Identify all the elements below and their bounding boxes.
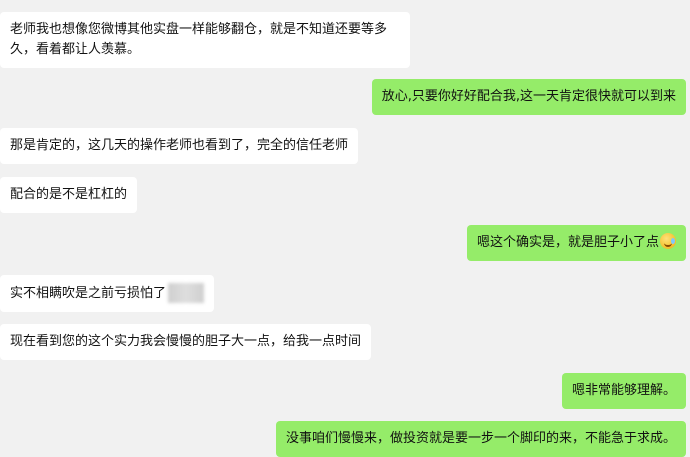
message-text: 老师我也想像您微博其他实盘一样能够翻仓，就是不知道还要等多久，看着都让人羡慕。 (10, 22, 388, 57)
message-text: 嗯这个确实是，就是胆子小了点 (476, 235, 659, 250)
message-text: 配合的是不是杠杠的 (10, 187, 128, 202)
message-bubble-incoming[interactable]: 那是肯定的，这几天的操作老师也看到了，完全的信任老师 (0, 128, 359, 164)
message-bubble-outgoing[interactable]: 没事咱们慢慢来，做投资就是要一步一个脚印的来，不能急于求成。 (275, 421, 686, 457)
message-bubble-incoming[interactable]: 实不相瞒吹是之前亏损怕了 (0, 275, 215, 312)
chat-area: 老师我也想像您微博其他实盘一样能够翻仓，就是不知道还要等多久，看着都让人羡慕。 … (0, 0, 690, 457)
message-bubble-outgoing[interactable]: 嗯非常能够理解。 (561, 373, 686, 409)
message-text: 放心,只要你好好配合我,这一天肯定很快就可以到来 (381, 89, 676, 104)
message-text: 嗯非常能够理解。 (571, 383, 676, 398)
laugh-cry-emoji-icon (660, 233, 676, 249)
message-text: 实不相瞒吹是之前亏损怕了 (10, 286, 167, 301)
message-bubble-incoming[interactable]: 老师我也想像您微博其他实盘一样能够翻仓，就是不知道还要等多久，看着都让人羡慕。 (0, 12, 410, 68)
message-bubble-outgoing[interactable]: 嗯这个确实是，就是胆子小了点 (466, 225, 686, 261)
message-bubble-incoming[interactable]: 配合的是不是杠杠的 (0, 177, 138, 213)
message-bubble-outgoing[interactable]: 放心,只要你好好配合我,这一天肯定很快就可以到来 (371, 79, 686, 115)
message-text: 那是肯定的，这几天的操作老师也看到了，完全的信任老师 (10, 138, 349, 153)
redacted-blur (168, 283, 205, 303)
message-text: 没事咱们慢慢来，做投资就是要一步一个脚印的来，不能急于求成。 (285, 431, 676, 446)
message-text: 现在看到您的这个实力我会慢慢的胆子大一点，给我一点时间 (10, 334, 362, 349)
message-bubble-incoming[interactable]: 现在看到您的这个实力我会慢慢的胆子大一点，给我一点时间 (0, 324, 372, 360)
